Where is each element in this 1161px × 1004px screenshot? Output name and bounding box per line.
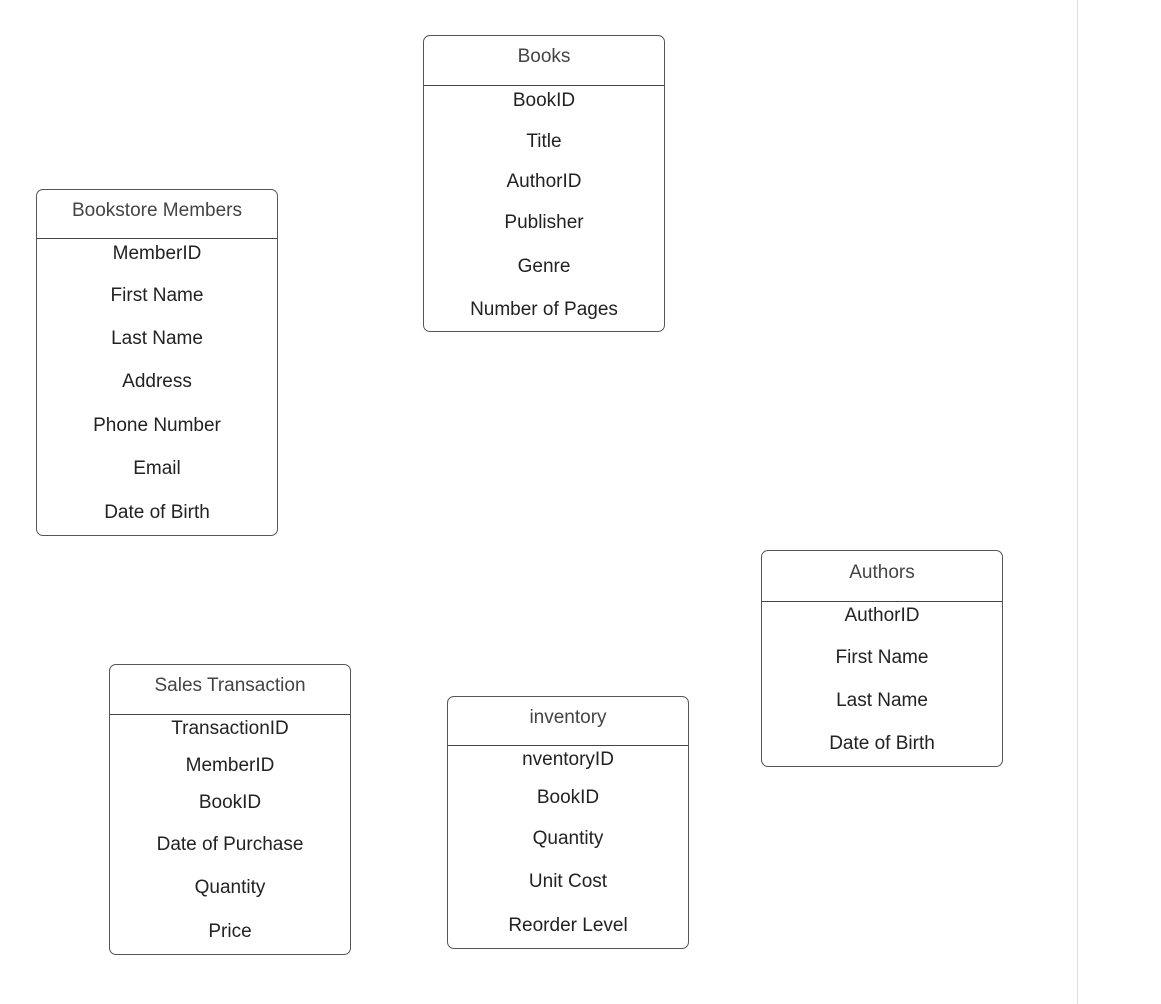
entity-field: Title bbox=[526, 131, 562, 152]
entity-field: BookID bbox=[536, 787, 600, 808]
entity-field: Genre bbox=[517, 256, 571, 277]
entity-field: Quantity bbox=[194, 877, 266, 898]
entity-field: Publisher bbox=[504, 212, 584, 233]
entity-field: Last Name bbox=[836, 690, 928, 711]
entity-sales-transaction[interactable]: Sales Transaction TransactionID MemberID Bo… bbox=[109, 664, 351, 955]
entity-inventory[interactable]: inventory nventoryID BookID Quantity Unit Co… bbox=[447, 696, 689, 949]
entity-field: AuthorID bbox=[506, 171, 582, 192]
entity-field: Date of Birth bbox=[829, 733, 935, 754]
entity-field: First Name bbox=[110, 285, 204, 306]
entity-field: TransactionID bbox=[171, 718, 289, 739]
entity-field: Address bbox=[122, 371, 192, 392]
entity-bookstore-members[interactable]: Bookstore Members MemberID First Name Last … bbox=[36, 189, 278, 536]
entity-field: AuthorID bbox=[844, 605, 920, 626]
entity-field: Date of Birth bbox=[104, 502, 210, 523]
entity-field: BookID bbox=[198, 792, 262, 813]
entity-field: nventoryID bbox=[522, 749, 614, 770]
header-divider bbox=[448, 745, 688, 746]
entity-field: Date of Purchase bbox=[156, 834, 304, 855]
entity-field: Email bbox=[133, 458, 181, 479]
entity-field: Quantity bbox=[532, 828, 604, 849]
entity-field: Number of Pages bbox=[470, 299, 618, 320]
entity-field: MemberID bbox=[112, 243, 202, 264]
entity-title: inventory bbox=[529, 707, 607, 728]
entity-authors[interactable]: Authors AuthorID First Name Last Name Date o… bbox=[761, 550, 1003, 767]
entity-field: Last Name bbox=[111, 328, 203, 349]
header-divider bbox=[110, 714, 350, 715]
canvas-edge-divider bbox=[1077, 0, 1078, 1004]
entity-title: Bookstore Members bbox=[71, 200, 242, 221]
entity-title: Sales Transaction bbox=[154, 675, 306, 696]
entity-field: Price bbox=[208, 921, 252, 942]
header-divider bbox=[762, 601, 1002, 602]
entity-field: First Name bbox=[835, 647, 929, 668]
header-divider bbox=[37, 238, 277, 239]
entity-field: Unit Cost bbox=[528, 871, 608, 892]
entity-field: MemberID bbox=[185, 755, 275, 776]
entity-title: Books bbox=[517, 46, 571, 67]
entity-books[interactable]: Books BookID Title AuthorID Publisher Genre Nu… bbox=[423, 35, 665, 332]
entity-field: Phone Number bbox=[93, 415, 221, 436]
header-divider bbox=[424, 85, 664, 86]
entity-title: Authors bbox=[849, 562, 915, 583]
entity-field: BookID bbox=[512, 90, 576, 111]
entity-field: Reorder Level bbox=[508, 915, 628, 936]
